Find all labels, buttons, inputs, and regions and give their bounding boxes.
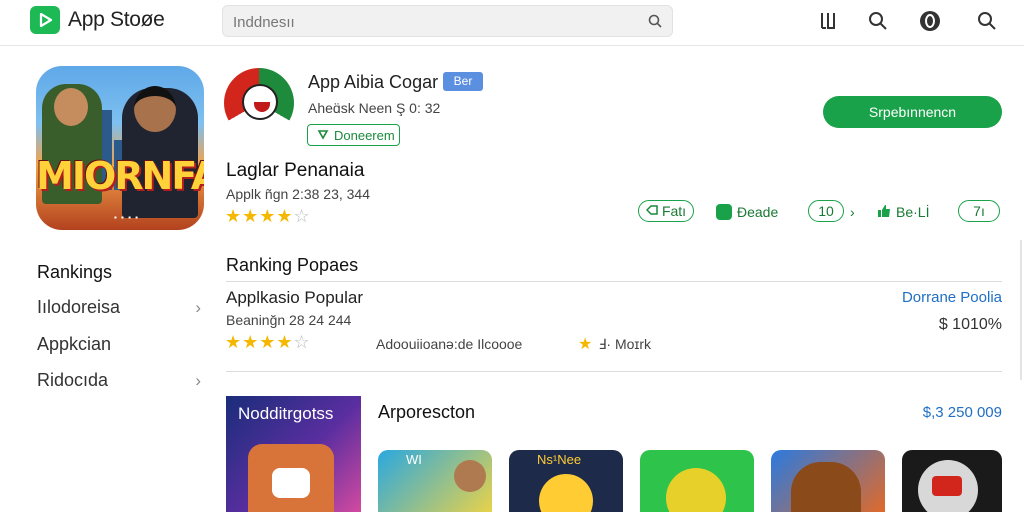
featured-title: Laglar Penanaia xyxy=(226,160,365,181)
chevron-right-icon[interactable]: › xyxy=(850,202,855,222)
search-clear-icon[interactable] xyxy=(648,14,662,33)
ranking-app-name[interactable]: Applkasio Popular xyxy=(226,288,363,308)
sidebar-item-1[interactable]: Iılodoreisa › xyxy=(37,297,207,321)
bookmark-icon[interactable] xyxy=(817,10,839,32)
app-title: App Aibia Cogar xyxy=(308,72,439,92)
artwork-logo-text: MIORNFA xyxy=(36,154,204,198)
profile-icon[interactable] xyxy=(919,10,941,32)
fast-button[interactable]: Fatı xyxy=(638,200,694,222)
featured-card-label: Nodditrgotss xyxy=(238,404,334,423)
app-subtitle: Aheɑ̈sk Neen Ş 0: 32 xyxy=(308,100,441,116)
app-tile-2[interactable]: Ns¹Nee xyxy=(509,450,623,512)
thumbs-up-icon xyxy=(877,204,891,221)
search-icon-secondary[interactable] xyxy=(976,10,998,32)
sidebar-title: Rankings xyxy=(37,262,113,282)
shield-icon xyxy=(317,128,329,143)
ranking-app-meta: Beaninğn 28 24 244 xyxy=(226,312,352,328)
category-tag[interactable]: Doneerem xyxy=(307,124,400,146)
top-bar: App Stoøe xyxy=(0,0,1024,46)
app-icon-artwork[interactable]: MIORNFA ▪ ▪ ▪ ▪ xyxy=(36,66,204,230)
app-badge: Ber xyxy=(443,72,483,91)
ranking-rating-stars: ★★★★☆ xyxy=(225,332,311,352)
count-button[interactable]: 10 xyxy=(808,200,844,222)
featured-meta: Applk ñgn 2:38 23, 344 xyxy=(226,186,371,202)
sidebar-item-3[interactable]: Ridocıda › xyxy=(37,370,207,394)
search-bar[interactable] xyxy=(222,5,673,37)
divider xyxy=(226,371,1002,372)
play-logo-icon[interactable] xyxy=(30,6,60,34)
chevron-right-icon: › xyxy=(195,298,201,317)
ranking-feature: ★ Ⅎ· Moɪrk xyxy=(578,335,652,354)
badge-button[interactable]: 7ı xyxy=(958,200,1000,222)
app-tile-3[interactable] xyxy=(640,450,754,512)
like-button[interactable]: Be·Lİ xyxy=(877,202,929,222)
search-icon[interactable] xyxy=(867,10,889,32)
featured-rating-stars: ★★★★☆ xyxy=(225,206,311,226)
developer-logo[interactable] xyxy=(224,68,294,138)
star-icon: ★ xyxy=(578,336,593,353)
sidebar-item-2[interactable]: Appkcian xyxy=(37,334,207,358)
app-tile-5[interactable] xyxy=(902,450,1002,512)
app-tile-1[interactable]: WI xyxy=(378,450,492,512)
category-tag-label: Doneerem xyxy=(334,127,395,143)
ranking-developer[interactable]: Adoouiioanə:de Ilcoooe xyxy=(376,336,522,352)
divider xyxy=(226,281,1002,282)
tag-icon xyxy=(645,203,658,219)
search-input[interactable] xyxy=(233,12,633,32)
scrollbar-track[interactable] xyxy=(1020,240,1022,380)
install-button[interactable]: Srpebınnencn xyxy=(823,96,1002,128)
ranking-price: $ 1010% xyxy=(938,316,1002,333)
recommended-price: $,3 250 009 xyxy=(922,404,1002,421)
app-tile-4[interactable] xyxy=(771,450,885,512)
brand-name[interactable]: App Stoøe xyxy=(68,8,165,32)
upgrade-button[interactable]: Ðeade xyxy=(716,202,778,222)
chevron-right-icon: › xyxy=(195,371,201,390)
upgrade-icon xyxy=(716,204,732,220)
ranking-heading: Ranking Popaes xyxy=(226,255,359,275)
ranking-link[interactable]: Dorrane Poolia xyxy=(902,289,1002,306)
recommended-title: Arporescton xyxy=(378,402,476,422)
featured-card[interactable]: Nodditrgotss xyxy=(226,396,361,512)
